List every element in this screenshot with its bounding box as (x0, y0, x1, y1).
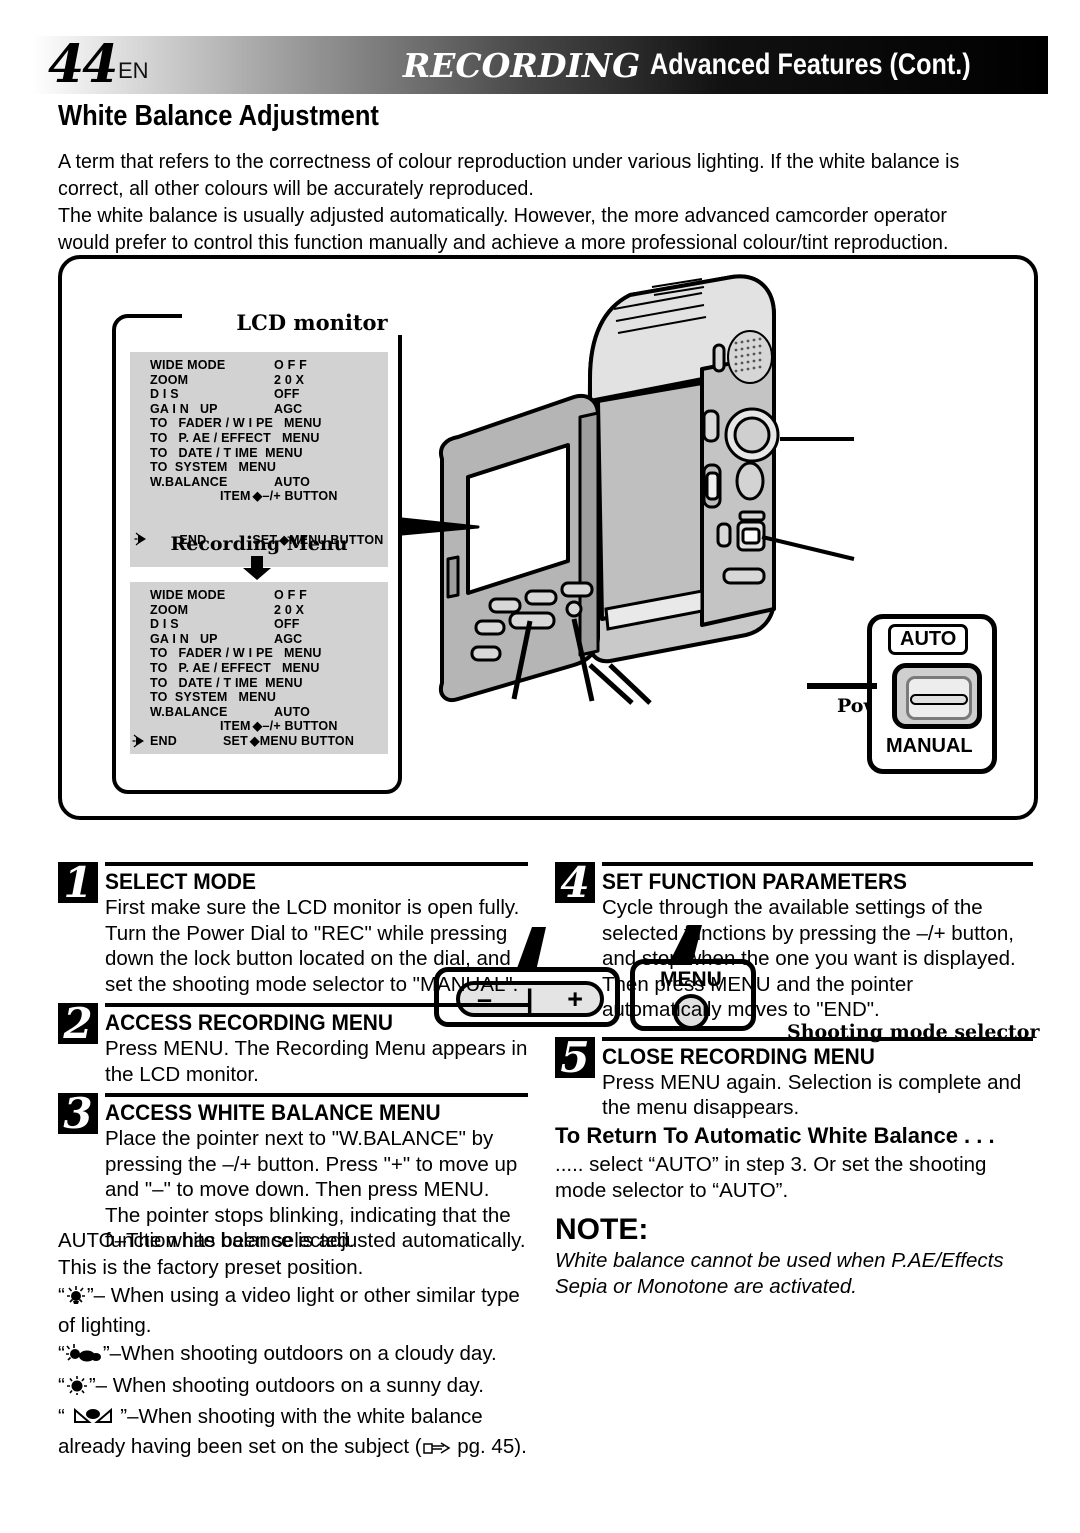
lcd-monitor-panel: LCD monitor WIDE MODE O F F ZOOM 2 0 X D I… (112, 310, 442, 794)
blinking-pointer-icon (132, 705, 148, 748)
step-number: 1 (58, 861, 98, 904)
osd-row: ZOOM 2 0 X (150, 372, 305, 387)
step-number: 3 (58, 1092, 98, 1135)
osd-footer-item: ITEM ◆–/+ BUTTON (220, 489, 338, 504)
note-heading: NOTE: (555, 1213, 649, 1246)
intro-paragraph-2: The white balance is usually adjusted au… (58, 204, 949, 254)
intro-text: A term that refers to the correctness of… (58, 148, 999, 256)
page-title: White Balance Adjustment (58, 100, 379, 132)
page-language-code: EN (118, 58, 149, 83)
step-number: 5 (555, 1036, 595, 1078)
header-title: RECORDING Advanced Features (Cont.) (403, 36, 1032, 94)
step-4: 4 SET FUNCTION PARAMETERS Cycle through … (555, 861, 1033, 1023)
osd-footer-end: END SET ◆MENU BUTTON (150, 733, 355, 748)
recording-menu-label: Recording Menu (170, 533, 348, 555)
note-text: White balance cannot be used when P.AE/E… (555, 1249, 1004, 1298)
manual-mode-label: MANUAL (886, 735, 973, 757)
osd-row: TO P. AE / EFFECT MENU (150, 660, 320, 675)
steps-column-right: 4 SET FUNCTION PARAMETERS Cycle through … (555, 861, 1033, 1125)
step-number: 4 (555, 861, 595, 904)
step-1: 1 SELECT MODE First make sure the LCD mo… (58, 861, 528, 997)
osd-row: WIDE MODE O F F (150, 588, 307, 602)
intro-paragraph-1: A term that refers to the correctness of… (58, 150, 960, 200)
osd-row: GA I N UP AGC (150, 401, 303, 416)
mode-selector-leader (807, 683, 877, 689)
step-title: ACCESS WHITE BALANCE MENU (105, 1100, 441, 1125)
step-text: Cycle through the available settings of … (602, 896, 1016, 1021)
step-title: SET FUNCTION PARAMETERS (602, 869, 907, 894)
step-2: 2 ACCESS RECORDING MENU Press MENU. The … (58, 1002, 528, 1087)
steps-column-left: 1 SELECT MODE First make sure the LCD mo… (58, 861, 528, 1258)
shooting-mode-selector-callout: AUTO MANUAL (867, 614, 997, 774)
step-title: CLOSE RECORDING MENU (602, 1043, 875, 1069)
auto-note: AUTO–The white balance is adjusted autom… (58, 1229, 526, 1279)
header-subtitle: Advanced Features (Cont.) (650, 48, 971, 81)
osd-row: TO SYSTEM MENU (150, 460, 277, 475)
osd-row: W.BALANCE AUTO (150, 474, 310, 489)
diagram-panel: LCD monitor WIDE MODE O F F ZOOM 2 0 X D I… (58, 255, 1039, 1043)
osd-row: TO SYSTEM MENU (150, 690, 277, 705)
video-light-icon (65, 1285, 87, 1313)
blinking-pointer-icon (134, 503, 150, 546)
osd-row: TO DATE / T IME MENU (150, 675, 303, 690)
cloudy-icon (65, 1343, 103, 1371)
mode-switch-knob[interactable] (910, 694, 968, 705)
osd-row: ZOOM 2 0 X (150, 602, 305, 617)
step-number: 2 (58, 1002, 98, 1045)
manual-wb-icon (71, 1406, 115, 1434)
page-number: 44 (48, 34, 118, 95)
step-title: ACCESS RECORDING MENU (105, 1010, 393, 1035)
osd-row: TO P. AE / EFFECT MENU (150, 430, 320, 445)
osd-row: D I S OFF (150, 387, 300, 402)
osd-recording-menu-bottom: WIDE MODE O F F ZOOM 2 0 X D I S OFF GA I N… (130, 582, 388, 754)
osd-row: TO FADER / W I PE MENU (150, 646, 322, 661)
step-text: Press MENU again. Selection is complete … (602, 1070, 1022, 1120)
symbol-note-sunny: “ ”– When shooting outdoors on a sunny d… (58, 1373, 538, 1403)
auto-mode-label: AUTO (888, 624, 969, 655)
step-title: SELECT MODE (105, 869, 256, 894)
osd-row: WIDE MODE O F F (150, 358, 307, 372)
osd-row: TO DATE / T IME MENU (150, 445, 303, 460)
osd-row-selected: W.BALANCE AUTO (132, 705, 384, 748)
camcorder-illustration (402, 269, 922, 814)
osd-row: TO FADER / W I PE MENU (150, 416, 322, 431)
osd-row: D I S OFF (150, 617, 300, 632)
symbol-note-cloudy: “ ”–When shooting outdoors on a cloudy d… (58, 1341, 538, 1371)
symbol-note-video-light: “ ”– When using a video light or other s… (58, 1284, 520, 1337)
sunny-icon (65, 1375, 89, 1403)
mode-switch[interactable] (892, 663, 982, 729)
header-kicker: RECORDING (402, 45, 641, 85)
step-text: Press MENU. The Recording Menu appears i… (105, 1037, 528, 1086)
return-to-auto-heading: To Return To Automatic White Balance . .… (555, 1123, 995, 1148)
osd-footer-item: ITEM ◆–/+ BUTTON (220, 719, 338, 734)
down-arrow-icon (240, 556, 274, 580)
step-text: First make sure the LCD monitor is open … (105, 896, 520, 996)
step-5: 5 CLOSE RECORDING MENU Press MENU again.… (555, 1036, 1033, 1121)
pointing-hand-icon (422, 1437, 452, 1464)
white-balance-symbol-notes: AUTO–The white balance is adjusted autom… (58, 1228, 538, 1465)
osd-row: GA I N UP AGC (150, 631, 303, 646)
return-to-auto-text: ..... select “AUTO” in step 3. Or set th… (555, 1153, 987, 1202)
symbol-note-manual-wb: “ ”–When shooting with the white balance… (58, 1404, 538, 1463)
